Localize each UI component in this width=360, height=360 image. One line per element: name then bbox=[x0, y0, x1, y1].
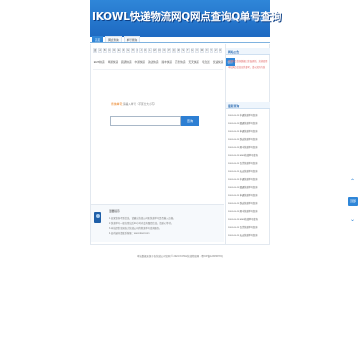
recent-query-link[interactable]: 2024-05-23 圆通快递单号查询 bbox=[228, 121, 257, 125]
recent-query-link[interactable]: 2024-05-23 顺丰快递单号查询 bbox=[228, 209, 257, 213]
letter-index-item[interactable]: V bbox=[195, 47, 199, 53]
letter-index-item[interactable]: H bbox=[131, 47, 135, 53]
courier-option[interactable]: 百世快递 bbox=[174, 59, 186, 65]
tips-line: 2.快递单号一般在寄出后24小时内会有跟踪信息，请耐心等待。 bbox=[109, 223, 174, 225]
recent-query-link[interactable]: 2024-05-23 圆通快递单号查询 bbox=[228, 185, 257, 189]
recent-query-link[interactable]: 2024-05-23 申通快递单号查询 bbox=[228, 193, 257, 197]
floating-scroll-widget: ⌃ 顶部 ⌄ bbox=[348, 178, 358, 228]
letter-index-item[interactable]: P bbox=[167, 47, 171, 53]
letter-index-item[interactable]: J bbox=[139, 47, 143, 53]
tips-line: 3.本站提供全国各大快递公司的物流单号查询服务。 bbox=[109, 228, 162, 230]
recent-query-link[interactable]: 2024-05-23 中通快递单号查询 bbox=[228, 113, 257, 117]
add-favorite-link[interactable]: 加入收藏 bbox=[225, 18, 235, 21]
recent-heading: 最新查询 bbox=[226, 102, 270, 109]
notice-heading: 网站公告 bbox=[226, 48, 270, 55]
branch-directory-link[interactable]: 快递网点大全 bbox=[251, 18, 267, 21]
recent-query-link[interactable]: 2024-05-23 百世快递单号查询 bbox=[228, 225, 257, 229]
tips-line: 4.如有疑问请联系客服：www.ikowl.com bbox=[109, 233, 150, 235]
letter-index-item[interactable]: M bbox=[152, 47, 157, 53]
nav-tab-branch-search[interactable]: 网点查询 bbox=[105, 36, 122, 42]
letter-index-item[interactable]: O bbox=[162, 47, 167, 53]
letter-index-item[interactable]: C bbox=[107, 47, 112, 53]
recent-query-link[interactable]: 2024-05-23 韵达快递单号查询 bbox=[228, 201, 257, 205]
courier-option[interactable]: 优速快递 bbox=[212, 59, 224, 65]
courier-option[interactable]: 天天快递 bbox=[188, 59, 200, 65]
footer-text: 本站数据来源于各快递公司官网 © 2024 IKOWL快递物流网 · 粤ICP备… bbox=[136, 255, 224, 258]
courier-option[interactable]: 韵达快递 bbox=[147, 59, 159, 65]
notice-link[interactable]: 快递网点查询数据已全面更新，欢迎使用 bbox=[228, 59, 267, 63]
back-to-top-button[interactable]: 顶部 bbox=[348, 197, 358, 206]
recent-query-link[interactable]: 2024-05-23 顺丰快递单号查询 bbox=[228, 145, 257, 149]
letter-index-item[interactable]: L bbox=[148, 47, 152, 53]
recent-query-link[interactable]: 2024-05-23 韵达快递单号查询 bbox=[228, 137, 257, 141]
letter-index-item[interactable]: R bbox=[176, 47, 181, 53]
courier-option[interactable]: 圆通快递 bbox=[120, 59, 132, 65]
divider bbox=[93, 69, 223, 70]
letter-index-item[interactable]: 首 bbox=[93, 47, 98, 53]
letter-index-item[interactable]: N bbox=[157, 47, 162, 53]
header-banner: IKOWL快递物流网Q网点查询Q单号查询 加入收藏 设为首页 快递网点大全 bbox=[90, 0, 281, 40]
letter-index-item[interactable]: T bbox=[186, 47, 190, 53]
letter-index-item[interactable]: D bbox=[112, 47, 117, 53]
courier-list: EMS快递 申通快递 圆通快递 中通快递 韵达快递 顺丰快递 百世快递 天天快递… bbox=[93, 58, 235, 66]
letter-index-item[interactable]: E bbox=[117, 47, 121, 53]
letter-index: 首 A B C D E F G H I J K L M N O P Q R S … bbox=[93, 47, 222, 53]
courier-option[interactable]: EMS快递 bbox=[93, 59, 105, 65]
letter-index-item[interactable]: K bbox=[143, 47, 148, 53]
footer: 本站数据来源于各快递公司官网 © 2024 IKOWL快递物流网 · 粤ICP备… bbox=[90, 244, 270, 272]
courier-option[interactable]: 申通快递 bbox=[107, 59, 119, 65]
tracking-number-input[interactable] bbox=[110, 116, 181, 126]
recent-query-link[interactable]: 2024-05-23 EMS快递单号查询 bbox=[228, 217, 258, 221]
letter-index-item[interactable]: X bbox=[204, 47, 209, 53]
tracking-search-button[interactable]: 查询 bbox=[181, 116, 199, 126]
recent-query-link[interactable]: 2024-05-23 中通快递单号查询 bbox=[228, 177, 257, 181]
set-homepage-link[interactable]: 设为首页 bbox=[238, 18, 248, 21]
letter-index-item[interactable]: G bbox=[126, 47, 131, 53]
tips-panel: 温馨提示 1.如果查询不到信息，请确认快递公司和快递单号是否输入正确。 2.快递… bbox=[91, 204, 224, 242]
header-links: 加入收藏 设为首页 快递网点大全 bbox=[223, 17, 267, 21]
recent-query-link[interactable]: 2024-05-23 天天快递单号查询 bbox=[228, 169, 257, 173]
letter-index-item[interactable]: U bbox=[190, 47, 195, 53]
tips-title: 温馨提示 bbox=[109, 210, 120, 213]
letter-index-item[interactable]: S bbox=[181, 47, 186, 53]
courier-mascot-icon bbox=[94, 212, 101, 223]
letter-index-item[interactable]: A bbox=[98, 47, 102, 53]
tracking-hint: 请输入单号（不区分大小写） bbox=[123, 103, 157, 106]
chevron-up-icon[interactable]: ⌃ bbox=[350, 178, 355, 185]
main-nav: 首页 网点查询 单号查询 bbox=[90, 36, 270, 43]
nav-tab-tracking[interactable]: 单号查询 bbox=[123, 36, 140, 42]
letter-index-item[interactable]: Z bbox=[214, 47, 218, 53]
letter-index-item[interactable]: B bbox=[103, 47, 107, 53]
recent-query-link[interactable]: 2024-05-23 申通快递单号查询 bbox=[228, 129, 257, 133]
chevron-down-icon[interactable]: ⌄ bbox=[350, 216, 355, 223]
courier-option[interactable]: 宅急送 bbox=[201, 59, 210, 65]
recent-query-link[interactable]: 2024-05-23 百世快递单号查询 bbox=[228, 161, 257, 165]
letter-index-item[interactable]: I bbox=[135, 47, 139, 53]
nav-tab-home[interactable]: 首页 bbox=[92, 36, 104, 42]
recent-query-link[interactable]: 2024-05-23 天天快递单号查询 bbox=[228, 233, 257, 237]
courier-option[interactable]: 顺丰快递 bbox=[161, 59, 173, 65]
letter-index-item[interactable]: Q bbox=[171, 47, 176, 53]
courier-option[interactable]: 中通快递 bbox=[134, 59, 146, 65]
letter-index-item[interactable]: 0 bbox=[218, 47, 222, 53]
tips-line: 1.如果查询不到信息，请确认快递公司和快递单号是否输入正确。 bbox=[109, 218, 176, 220]
notice-link[interactable]: 本站网点信息仅供参考，请以实际为准 bbox=[228, 65, 265, 69]
letter-index-item[interactable]: W bbox=[199, 47, 204, 53]
letter-index-item[interactable]: Y bbox=[209, 47, 214, 53]
sidebar: 网站公告 快递网点查询数据已全面更新，欢迎使用 本站网点信息仅供参考，请以实际为… bbox=[225, 44, 270, 244]
letter-index-item[interactable]: F bbox=[121, 47, 126, 53]
recent-query-link[interactable]: 2024-05-23 EMS快递单号查询 bbox=[228, 153, 258, 157]
